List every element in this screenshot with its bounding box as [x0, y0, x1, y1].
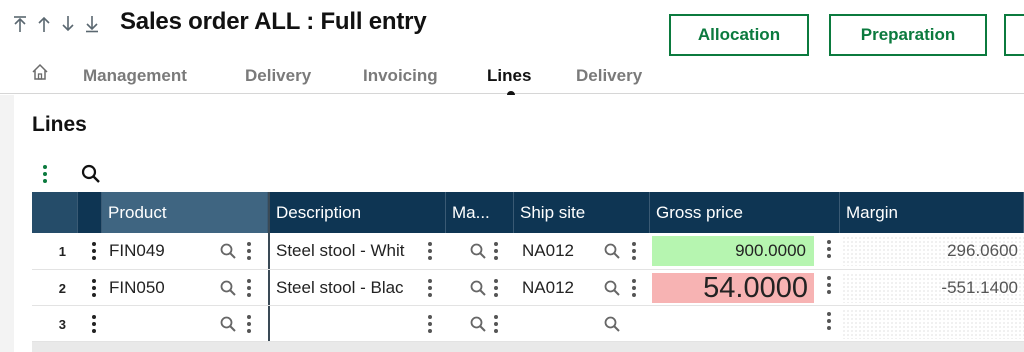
sales-order-screen: Sales order ALL : Full entry Allocation …	[0, 0, 1024, 352]
cell-gross-price[interactable]: 900.0000	[652, 233, 806, 269]
cell-description[interactable]: Steel stool - Blac	[276, 270, 416, 306]
tab-management[interactable]: Management	[83, 66, 187, 86]
row-number: 1	[58, 243, 66, 259]
cell-description[interactable]: Steel stool - Whit	[276, 233, 416, 269]
column-header-product[interactable]: Product	[102, 192, 268, 233]
row-menu-icon[interactable]	[92, 242, 98, 260]
cell-gross-price[interactable]: 54.0000	[652, 270, 808, 306]
header-actions	[78, 192, 102, 233]
ship-site-menu-icon[interactable]	[632, 279, 638, 297]
grid-footer	[32, 342, 1024, 352]
row-number: 3	[58, 316, 66, 332]
tab-lines[interactable]: Lines	[487, 66, 531, 86]
product-menu-icon[interactable]	[247, 279, 253, 297]
frozen-column-divider	[268, 192, 270, 342]
tab-delivery-2[interactable]: Delivery	[576, 66, 648, 86]
ma-menu-icon[interactable]	[494, 242, 500, 260]
cell-description[interactable]	[276, 306, 416, 342]
tab-invoicing[interactable]: Invoicing	[363, 66, 438, 86]
record-navigation	[12, 12, 100, 36]
product-lookup-icon[interactable]	[219, 279, 237, 297]
next-record-icon[interactable]	[60, 12, 76, 36]
product-lookup-icon[interactable]	[219, 242, 237, 260]
side-shade	[0, 95, 14, 352]
description-menu-icon[interactable]	[428, 315, 434, 333]
page-title: Sales order ALL : Full entry	[120, 8, 427, 35]
ma-lookup-icon[interactable]	[469, 279, 487, 297]
cell-ship-site[interactable]: NA012	[522, 233, 602, 269]
column-header-margin[interactable]: Margin	[840, 192, 1024, 233]
column-header-gross-price[interactable]: Gross price	[650, 192, 840, 233]
cell-margin: -551.1400	[941, 278, 1018, 297]
ship-site-lookup-icon[interactable]	[603, 279, 621, 297]
product-menu-icon[interactable]	[247, 315, 253, 333]
cell-product[interactable]: FIN050	[109, 270, 219, 306]
cell-gross-price[interactable]	[652, 306, 806, 342]
grid-menu-icon[interactable]	[43, 165, 49, 185]
ma-menu-icon[interactable]	[494, 279, 500, 297]
row-number: 2	[58, 280, 66, 296]
allocation-button[interactable]: Allocation	[669, 14, 809, 56]
cell-ship-site[interactable]	[522, 306, 602, 342]
ma-menu-icon[interactable]	[494, 315, 500, 333]
cell-margin	[842, 306, 1018, 342]
product-menu-icon[interactable]	[247, 242, 253, 260]
preparation-button[interactable]: Preparation	[829, 14, 987, 56]
gross-price-menu-icon[interactable]	[827, 276, 833, 294]
row-menu-icon[interactable]	[92, 279, 98, 297]
ship-site-menu-icon[interactable]	[632, 242, 638, 260]
gross-price-menu-icon[interactable]	[827, 240, 833, 258]
column-header-ma[interactable]: Ma...	[446, 192, 514, 233]
header-rownum	[32, 192, 78, 233]
ma-lookup-icon[interactable]	[469, 315, 487, 333]
ship-site-lookup-icon[interactable]	[603, 315, 621, 333]
first-record-icon[interactable]	[12, 12, 28, 36]
section-title: Lines	[32, 113, 87, 136]
ma-lookup-icon[interactable]	[469, 242, 487, 260]
ship-site-lookup-icon[interactable]	[603, 242, 621, 260]
cell-ship-site[interactable]: NA012	[522, 270, 602, 306]
row-menu-icon[interactable]	[92, 315, 98, 333]
cell-product[interactable]	[109, 306, 219, 342]
description-menu-icon[interactable]	[428, 242, 434, 260]
cell-product[interactable]: FIN049	[109, 233, 219, 269]
tab-bar: Management Delivery Invoicing Lines Deli…	[0, 58, 1024, 94]
more-actions-button[interactable]	[1004, 14, 1024, 56]
column-header-description[interactable]: Description	[270, 192, 446, 233]
home-icon[interactable]	[30, 62, 50, 82]
search-icon[interactable]	[80, 163, 102, 185]
previous-record-icon[interactable]	[36, 12, 52, 36]
product-lookup-icon[interactable]	[219, 315, 237, 333]
cell-margin: 296.0600	[947, 241, 1018, 260]
column-header-ship-site[interactable]: Ship site	[514, 192, 650, 233]
description-menu-icon[interactable]	[428, 279, 434, 297]
tab-delivery[interactable]: Delivery	[245, 66, 311, 86]
last-record-icon[interactable]	[84, 12, 100, 36]
gross-price-menu-icon[interactable]	[827, 312, 833, 330]
